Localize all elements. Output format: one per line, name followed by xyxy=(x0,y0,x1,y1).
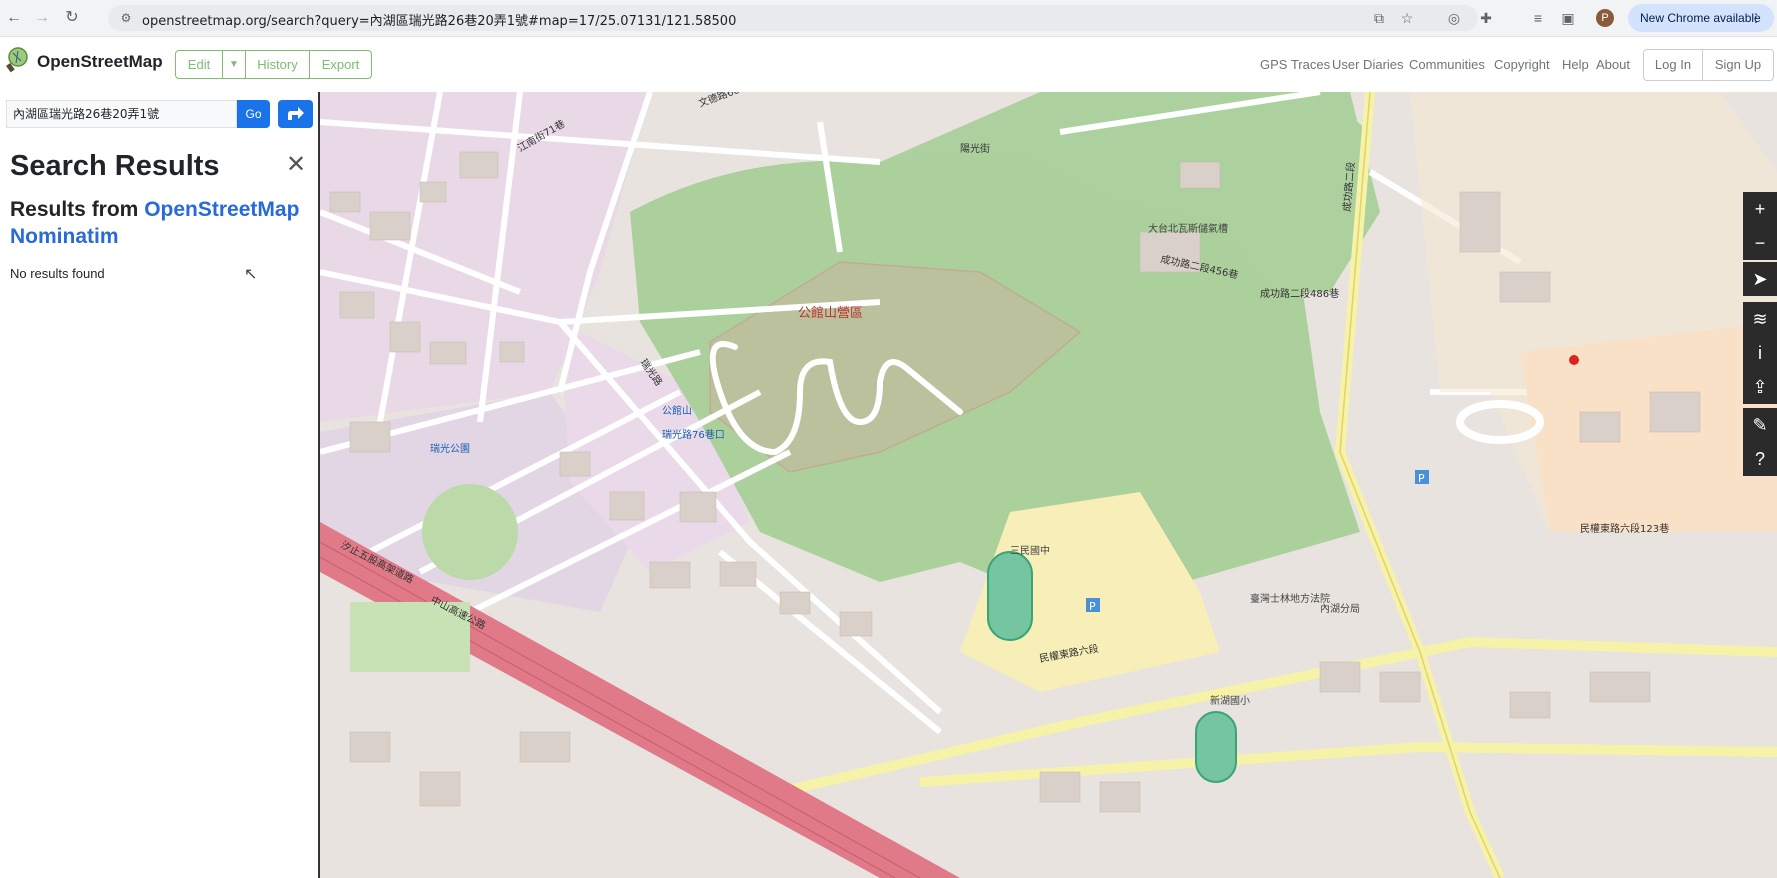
bookmark-star-icon[interactable]: ☆ xyxy=(1398,9,1416,27)
osm-logo-icon[interactable] xyxy=(6,47,30,73)
zoom-in-icon[interactable]: + xyxy=(1743,192,1777,226)
zoom-out-icon[interactable]: − xyxy=(1743,226,1777,260)
nav-communities[interactable]: Communities xyxy=(1409,57,1485,72)
url-text[interactable]: openstreetmap.org/search?query=內湖區瑞光路26巷… xyxy=(142,10,736,29)
reload-icon[interactable]: ↻ xyxy=(60,6,84,30)
results-source-heading: Results from OpenStreetMap Nominatim xyxy=(10,196,310,250)
extensions-icon[interactable]: ✚ xyxy=(1476,8,1496,28)
map-label-poi: 大台北瓦斯儲氣槽 xyxy=(1148,222,1228,235)
edit-button[interactable]: Edit xyxy=(176,51,222,78)
map-label-road: 民權東路六段123巷 xyxy=(1580,522,1669,535)
map-label-park: 公館山營區 xyxy=(798,306,863,321)
svg-text:P: P xyxy=(1418,472,1425,485)
directions-button[interactable] xyxy=(278,100,313,128)
nav-copyright[interactable]: Copyright xyxy=(1494,57,1550,72)
query-features-icon[interactable]: ? xyxy=(1743,442,1777,476)
map-key-info-icon[interactable]: i xyxy=(1743,336,1777,370)
map-canvas[interactable]: 公館山營區 成功路二段456巷 成功路二段486巷 民權東路六段 中山高速公路 … xyxy=(320,92,1777,878)
add-note-icon[interactable]: ✎ xyxy=(1743,408,1777,442)
close-icon[interactable]: ✕ xyxy=(286,150,306,179)
go-button[interactable]: Go xyxy=(237,100,270,128)
site-header: OpenStreetMap Edit ▼ History Export GPS … xyxy=(0,37,1777,92)
install-app-icon[interactable]: ⧉ xyxy=(1370,9,1388,27)
map-label-bus-stop: 瑞光路76巷口 xyxy=(662,428,725,441)
lens-icon[interactable]: ◎ xyxy=(1444,8,1464,28)
forward-icon[interactable]: → xyxy=(30,6,54,30)
locate-icon[interactable]: ➤ xyxy=(1743,262,1777,296)
results-from-prefix: Results from xyxy=(10,198,139,221)
share-icon[interactable]: ⇪ xyxy=(1743,370,1777,404)
signup-button[interactable]: Sign Up xyxy=(1703,50,1773,80)
map-label-school: 新湖國小 xyxy=(1210,694,1250,707)
kebab-menu-icon[interactable]: ⋮ xyxy=(1750,4,1762,32)
profile-avatar[interactable]: P xyxy=(1596,9,1614,27)
map-label-road: 成功路二段486巷 xyxy=(1260,287,1339,300)
map-label-bus-stop: 公館山 xyxy=(662,404,692,417)
map-label-school: 三民國中 xyxy=(1010,544,1050,557)
nav-user-diaries[interactable]: User Diaries xyxy=(1332,57,1404,72)
browser-toolbar: ← → ↻ ⚙ openstreetmap.org/search?query=內… xyxy=(0,0,1777,37)
map-label-poi: 臺灣士林地方法院 xyxy=(1250,592,1330,605)
auth-buttons: Log In Sign Up xyxy=(1643,49,1774,81)
side-panel-icon[interactable]: ▣ xyxy=(1558,8,1578,28)
nav-help[interactable]: Help xyxy=(1562,57,1589,72)
back-icon[interactable]: ← xyxy=(2,6,26,30)
nav-gps-traces[interactable]: GPS Traces xyxy=(1260,57,1330,72)
site-info-icon[interactable]: ⚙ xyxy=(118,10,134,26)
address-bar[interactable]: ⚙ openstreetmap.org/search?query=內湖區瑞光路2… xyxy=(108,5,1478,31)
sidebar: 內湖區瑞光路26巷20弄1號 Go Search Results ✕ Resul… xyxy=(0,92,320,878)
new-chrome-label: New Chrome available xyxy=(1640,11,1761,25)
history-button[interactable]: History xyxy=(246,51,309,78)
results-heading: Search Results xyxy=(10,150,220,182)
export-button[interactable]: Export xyxy=(310,51,371,78)
svg-text:P: P xyxy=(1089,600,1096,613)
search-input[interactable]: 內湖區瑞光路26巷20弄1號 xyxy=(6,100,237,128)
new-chrome-available-button[interactable]: New Chrome available ⋮ xyxy=(1628,4,1774,32)
edit-button-group: Edit ▼ History Export xyxy=(175,50,372,79)
map-tiles: 公館山營區 成功路二段456巷 成功路二段486巷 民權東路六段 中山高速公路 … xyxy=(320,92,1777,878)
map-label-park: 瑞光公園 xyxy=(430,442,470,455)
site-name[interactable]: OpenStreetMap xyxy=(37,52,163,72)
edit-dropdown-chevron-icon[interactable]: ▼ xyxy=(223,51,245,78)
layers-icon[interactable]: ≋ xyxy=(1743,302,1777,336)
nav-about[interactable]: About xyxy=(1596,57,1630,72)
mouse-cursor-icon: ↖ xyxy=(244,266,258,283)
media-icon[interactable]: ≡ xyxy=(1528,8,1548,28)
no-results-text: No results found xyxy=(10,266,105,281)
directions-icon xyxy=(288,107,304,120)
login-button[interactable]: Log In xyxy=(1644,50,1703,80)
map-label-road: 陽光街 xyxy=(960,142,990,155)
